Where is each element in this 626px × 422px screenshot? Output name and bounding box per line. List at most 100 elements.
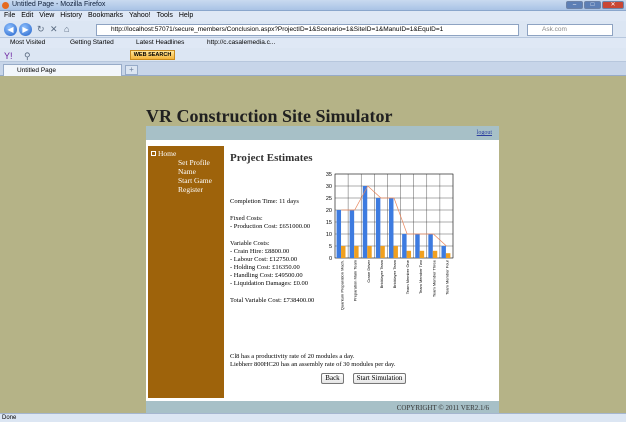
liquidation-damages: - Liquidation Damages: £0.00 bbox=[230, 280, 308, 287]
sidebar-item-start-game[interactable]: Start Game bbox=[151, 176, 224, 185]
fixed-costs-header: Fixed Costs: bbox=[230, 215, 263, 222]
bar bbox=[432, 250, 438, 258]
bookmark-getting-started[interactable]: Getting Started bbox=[70, 38, 114, 48]
site-title: VR Construction Site Simulator bbox=[146, 106, 393, 126]
x-tick-label: Preparation Main Team bbox=[353, 259, 358, 301]
search-icon[interactable]: ⚲ bbox=[24, 51, 31, 62]
bar bbox=[428, 234, 433, 258]
labour-cost: - Labour Cost: £12750.00 bbox=[230, 256, 298, 263]
stop-icon[interactable]: ✕ bbox=[50, 24, 58, 35]
bar bbox=[341, 246, 346, 258]
page-content: VR Construction Site Simulator logout Ho… bbox=[0, 76, 626, 415]
bar bbox=[380, 246, 385, 258]
y-tick-label: 15 bbox=[326, 220, 332, 226]
start-simulation-button[interactable]: Start Simulation bbox=[353, 373, 406, 384]
new-tab-button[interactable]: + bbox=[125, 65, 138, 75]
page-title: Project Estimates bbox=[230, 152, 313, 164]
menu-edit[interactable]: Edit bbox=[21, 11, 33, 21]
bar bbox=[419, 250, 425, 258]
menu-bar: File Edit View History Bookmarks Yahoo! … bbox=[0, 11, 626, 21]
main-panel: Home Set Profile Name Start Game Registe… bbox=[146, 140, 499, 401]
x-tick-label: Bricklayer Team bbox=[379, 259, 384, 288]
minimize-button[interactable]: – bbox=[566, 1, 583, 9]
window-title: Untitled Page - Mozilla Firefox bbox=[12, 1, 106, 8]
close-button[interactable]: ✕ bbox=[602, 1, 624, 9]
y-tick-label: 10 bbox=[326, 232, 332, 238]
window-titlebar: Untitled Page - Mozilla Firefox – □ ✕ bbox=[0, 0, 626, 11]
total-variable-cost: Total Variable Cost: £738400.00 bbox=[230, 297, 315, 304]
bar bbox=[362, 186, 368, 258]
productivity-note: Cl8 has a productivity rate of 20 module… bbox=[230, 353, 355, 360]
copyright-text: COPYRIGHT © 2011 VER2.1/6 bbox=[396, 404, 489, 412]
logout-link[interactable]: logout bbox=[477, 130, 492, 136]
y-tick-label: 0 bbox=[329, 256, 332, 262]
bar bbox=[441, 246, 446, 258]
tab-bar: Untitled Page + bbox=[0, 62, 626, 76]
y-tick-label: 20 bbox=[326, 208, 332, 214]
sidebar: Home Set Profile Name Start Game Registe… bbox=[148, 146, 224, 398]
bar bbox=[375, 198, 381, 258]
bar bbox=[389, 198, 394, 258]
crain-hire: - Crain Hire: £8800.00 bbox=[230, 248, 290, 255]
y-tick-label: 5 bbox=[329, 244, 332, 250]
back-nav-icon[interactable]: ◀ bbox=[4, 23, 17, 36]
variable-costs-header: Variable Costs: bbox=[230, 240, 270, 247]
bookmark-latest-headlines[interactable]: Latest Headlines bbox=[136, 38, 184, 48]
search-input[interactable]: Ask.com bbox=[527, 24, 613, 36]
x-tick-label: Team Member Three bbox=[431, 259, 436, 297]
bar bbox=[402, 234, 407, 258]
yahoo-icon[interactable]: Y! bbox=[4, 51, 13, 62]
menu-yahoo[interactable]: Yahoo! bbox=[129, 11, 151, 21]
tab-untitled-page[interactable]: Untitled Page bbox=[3, 64, 122, 76]
completion-time: Completion Time: 11 days bbox=[230, 198, 299, 205]
holding-cost: - Holding Cost: £16350.00 bbox=[230, 264, 300, 271]
y-tick-label: 30 bbox=[326, 184, 332, 190]
web-search-button[interactable]: WEB SEARCH bbox=[130, 50, 175, 60]
bar bbox=[406, 250, 412, 258]
menu-file[interactable]: File bbox=[4, 11, 15, 21]
yahoo-toolbar: Y! ⚲ WEB SEARCH bbox=[0, 48, 626, 62]
production-cost: - Production Cost: £651000.00 bbox=[230, 223, 311, 230]
reload-icon[interactable]: ↻ bbox=[37, 24, 45, 35]
x-tick-label: Crane Driver bbox=[366, 259, 371, 282]
sidebar-expand-icon[interactable] bbox=[151, 151, 156, 156]
assembly-note: Liebherr 800HC20 has an assembly rate of… bbox=[230, 361, 396, 368]
bar bbox=[367, 246, 372, 258]
handling-cost: - Handling Cost: £49500.00 bbox=[230, 272, 303, 279]
firefox-icon bbox=[2, 2, 9, 9]
forward-nav-icon[interactable]: ▶ bbox=[19, 23, 32, 36]
y-tick-label: 35 bbox=[326, 172, 332, 178]
bar bbox=[336, 210, 342, 258]
menu-history[interactable]: History bbox=[60, 11, 82, 21]
maximize-button[interactable]: □ bbox=[584, 1, 601, 9]
menu-tools[interactable]: Tools bbox=[157, 11, 173, 21]
sidebar-item-label: Home bbox=[158, 149, 177, 158]
status-bar: Done bbox=[0, 413, 626, 422]
bookmark-most-visited[interactable]: Most Visited bbox=[10, 38, 45, 48]
home-icon[interactable]: ⌂ bbox=[64, 24, 69, 35]
menu-bookmarks[interactable]: Bookmarks bbox=[88, 11, 123, 21]
bar bbox=[445, 253, 451, 258]
estimates-content: Project Estimates Completion Time: 11 da… bbox=[229, 140, 497, 400]
bar bbox=[354, 246, 359, 258]
sidebar-item-set-profile-name[interactable]: Set Profile Name bbox=[151, 158, 224, 176]
bar bbox=[415, 234, 420, 258]
menu-help[interactable]: Help bbox=[179, 11, 193, 21]
bookmarks-toolbar: Most Visited Getting Started Latest Head… bbox=[0, 38, 626, 48]
bar bbox=[349, 210, 355, 258]
menu-view[interactable]: View bbox=[39, 11, 54, 21]
sidebar-item-register[interactable]: Register bbox=[151, 185, 224, 194]
x-tick-label: Team Member Two bbox=[418, 259, 423, 294]
navigation-bar: ◀ ▶ ↻ ✕ ⌂ http://localhost:57071/secure_… bbox=[0, 21, 626, 38]
back-button[interactable]: Back bbox=[321, 373, 344, 384]
x-tick-label: Quantum Preparation Mach. bbox=[340, 260, 345, 310]
x-tick-label: Bricklayer Team bbox=[392, 259, 397, 288]
y-tick-label: 25 bbox=[326, 196, 332, 202]
cost-chart: 0 5 10 15 20 25 30 35 Quantum Preparation Mach. P… bbox=[326, 172, 454, 310]
bar bbox=[393, 246, 398, 258]
sidebar-item-home[interactable]: Home bbox=[151, 149, 224, 158]
x-tick-label: Team Member Four bbox=[444, 259, 449, 295]
url-input[interactable]: http://localhost:57071/secure_members/Co… bbox=[96, 24, 519, 36]
header-bar: logout bbox=[146, 126, 499, 140]
bookmark-casalemedia[interactable]: http://c.casalemedia.c... bbox=[207, 38, 275, 48]
